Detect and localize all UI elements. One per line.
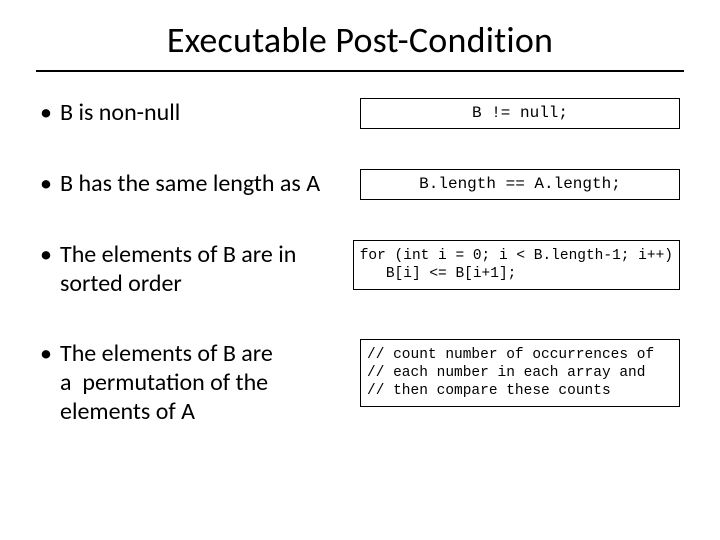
bullet-icon: • [40,339,60,427]
code-cell: // count number of occurrences of // eac… [360,339,680,407]
bullet-icon: • [40,98,60,127]
code-box: // count number of occurrences of // eac… [360,339,680,407]
bullet-icon: • [40,240,60,299]
condition-text: • The elements of B are a permutation of… [40,339,360,427]
condition-label: The elements of B are in sorted order [60,240,341,299]
condition-text: • B has the same length as A [40,169,360,198]
code-cell: B != null; [360,98,680,129]
condition-text: • The elements of B are in sorted order [40,240,353,299]
condition-row: • The elements of B are in sorted order … [40,240,680,299]
code-cell: for (int i = 0; i < B.length-1; i++) B[i… [353,240,680,290]
condition-row: • B is non-null B != null; [40,98,680,129]
condition-label: B is non-null [60,98,348,127]
condition-label: B has the same length as A [60,169,348,198]
code-box: for (int i = 0; i < B.length-1; i++) B[i… [353,240,680,290]
title-divider [36,70,684,72]
condition-row: • The elements of B are a permutation of… [40,339,680,427]
code-box: B.length == A.length; [360,169,680,200]
condition-text: • B is non-null [40,98,360,127]
bullet-icon: • [40,169,60,198]
condition-row: • B has the same length as A B.length ==… [40,169,680,200]
code-box: B != null; [360,98,680,129]
slide-title: Executable Post-Condition [40,18,680,62]
slide: Executable Post-Condition • B is non-nul… [0,0,720,540]
code-cell: B.length == A.length; [360,169,680,200]
condition-label: The elements of B are a permutation of t… [60,339,348,427]
